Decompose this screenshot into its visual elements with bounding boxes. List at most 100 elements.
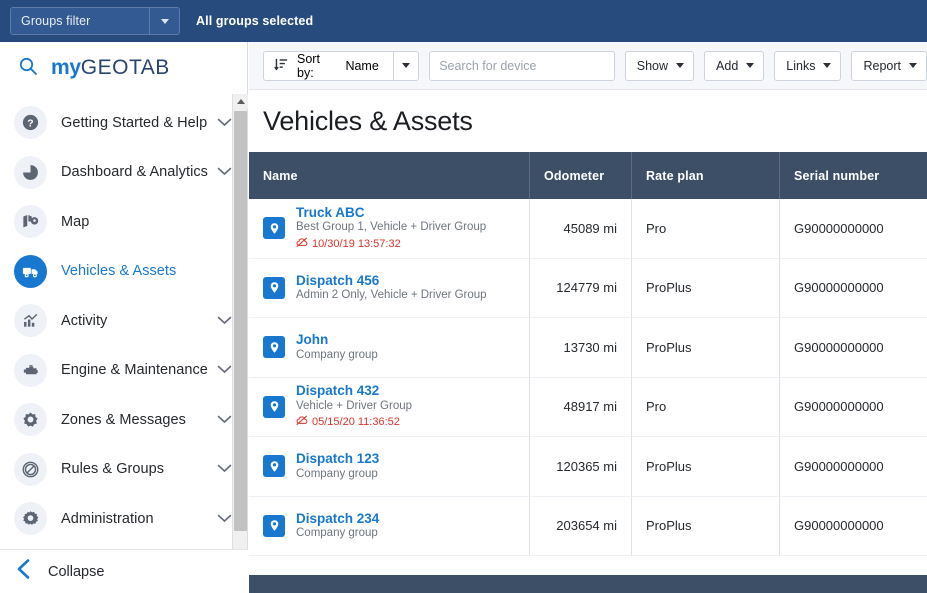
sidebar-item-getting-started[interactable]: ? Getting Started & Help xyxy=(0,98,248,148)
sidebar-item-administration[interactable]: Administration xyxy=(0,494,248,544)
truck-icon xyxy=(14,254,47,288)
map-pin-icon[interactable] xyxy=(263,217,285,240)
sort-by-label: Sort by: xyxy=(297,51,320,80)
device-name-link[interactable]: Dispatch 432 xyxy=(296,383,412,399)
question-circle-icon: ? xyxy=(14,106,47,140)
table-row[interactable]: John Company group 13730 mi ProPlus G9000000… xyxy=(249,318,927,378)
table-row[interactable]: Dispatch 234 Company group 203654 mi ProPlu… xyxy=(249,496,927,556)
sidebar-item-label: Zones & Messages xyxy=(61,411,186,428)
cell-rate-plan: ProPlus xyxy=(632,496,780,556)
chevron-down-icon xyxy=(401,63,410,68)
device-name-link[interactable]: Dispatch 234 xyxy=(296,511,379,527)
chevron-down-icon[interactable] xyxy=(217,411,232,429)
map-pin-icon[interactable] xyxy=(263,276,285,299)
show-dropdown-button[interactable]: Show xyxy=(624,50,695,81)
chevron-down-icon xyxy=(676,63,685,68)
column-header-odometer[interactable]: Odometer xyxy=(530,152,632,199)
bar-chart-icon xyxy=(14,304,47,338)
sort-icon xyxy=(274,57,289,75)
sidebar-item-label: Vehicles & Assets xyxy=(61,263,177,280)
scrollbar-thumb[interactable] xyxy=(234,111,247,531)
brand-logo[interactable]: myGEOTAB xyxy=(0,42,247,94)
chevron-down-icon xyxy=(160,18,169,24)
offline-timestamp: 05/15/20 11:36:52 xyxy=(312,416,400,429)
map-pin-icon[interactable] xyxy=(263,514,285,537)
links-label: Links xyxy=(786,58,816,73)
chevron-down-icon[interactable] xyxy=(217,114,232,132)
map-pin-icon[interactable] xyxy=(263,395,285,418)
cell-serial-number: G90000000000 xyxy=(780,437,927,497)
collapse-label: Collapse xyxy=(48,563,105,580)
chevron-down-icon[interactable] xyxy=(217,361,232,379)
sidebar-item-vehicles-assets[interactable]: Vehicles & Assets xyxy=(0,247,248,297)
all-groups-selected-text: All groups selected xyxy=(196,14,314,28)
sidebar-item-dashboard[interactable]: Dashboard & Analytics xyxy=(0,148,248,198)
chevron-down-icon[interactable] xyxy=(217,163,232,181)
column-header-name[interactable]: Name xyxy=(249,152,530,199)
show-label: Show xyxy=(636,58,669,73)
sidebar-item-engine-maintenance[interactable]: Engine & Maintenance xyxy=(0,346,248,396)
chevron-down-icon[interactable] xyxy=(217,460,232,478)
cloud-offline-icon xyxy=(296,415,308,430)
search-input[interactable] xyxy=(429,50,615,81)
sort-by-value: Name xyxy=(345,58,379,73)
map-pin-icon[interactable] xyxy=(263,455,285,478)
column-header-rate-plan[interactable]: Rate plan xyxy=(632,152,780,199)
sidebar-item-activity[interactable]: Activity xyxy=(0,296,248,346)
cloud-offline-icon xyxy=(296,237,308,252)
sort-by-button[interactable]: Sort by: Name xyxy=(263,50,393,81)
cell-name: John Company group xyxy=(249,318,530,378)
collapse-sidebar-button[interactable]: Collapse xyxy=(0,549,248,593)
cell-name: Dispatch 123 Company group xyxy=(249,437,530,497)
table-footer-bar xyxy=(249,575,927,593)
sidebar-nav-scroll-area: ? Getting Started & Help Dashboard & Ana… xyxy=(0,94,248,590)
name-text-block: Dispatch 234 Company group xyxy=(296,511,379,541)
device-name-link[interactable]: Dispatch 123 xyxy=(296,451,379,467)
sidebar-item-label: Map xyxy=(61,213,90,230)
chevron-down-icon xyxy=(909,63,917,68)
offline-status: 10/30/19 13:57:32 xyxy=(296,237,486,252)
chevron-down-icon[interactable] xyxy=(217,312,232,330)
cell-odometer: 13730 mi xyxy=(530,318,632,378)
brand-my: my xyxy=(51,56,81,79)
sidebar-item-label: Administration xyxy=(61,510,154,527)
device-group-label: Vehicle + Driver Group xyxy=(296,399,413,412)
column-header-serial[interactable]: Serial number xyxy=(780,152,927,199)
sidebar-item-map[interactable]: Map xyxy=(0,197,248,247)
groups-filter-dropdown[interactable]: Groups filter xyxy=(10,7,180,35)
report-dropdown-button[interactable]: Report xyxy=(851,50,927,81)
device-name-link[interactable]: Dispatch 456 xyxy=(296,273,487,289)
cell-odometer: 48917 mi xyxy=(530,377,632,437)
links-dropdown-button[interactable]: Links xyxy=(774,50,842,81)
map-pin-icon xyxy=(14,205,47,239)
engine-icon xyxy=(14,353,47,387)
page-title: Vehicles & Assets xyxy=(263,105,473,136)
table-row[interactable]: Truck ABC Best Group 1, Vehicle + Driver … xyxy=(249,199,927,259)
search-icon[interactable] xyxy=(18,56,38,81)
groups-filter-label: Groups filter xyxy=(21,14,91,28)
table-row[interactable]: Dispatch 456 Admin 2 Only, Vehicle + Driv… xyxy=(249,258,927,318)
report-label: Report xyxy=(863,58,901,73)
chevron-down-icon[interactable] xyxy=(217,510,232,528)
device-name-link[interactable]: John xyxy=(296,332,378,348)
table-row[interactable]: Dispatch 432 Vehicle + Driver Group 05/15/… xyxy=(249,377,927,437)
scroll-up-button[interactable] xyxy=(233,94,248,109)
brand-geotab: GEOTAB xyxy=(80,56,170,79)
cell-rate-plan: Pro xyxy=(632,377,780,437)
chevron-left-icon xyxy=(16,558,32,585)
table-row[interactable]: Dispatch 123 Company group 120365 mi ProPlu… xyxy=(249,437,927,497)
map-pin-icon[interactable] xyxy=(263,336,285,359)
sidebar-item-rules-groups[interactable]: Rules & Groups xyxy=(0,445,248,495)
sidebar-item-zones-messages[interactable]: Zones & Messages xyxy=(0,395,248,445)
device-name-link[interactable]: Truck ABC xyxy=(296,205,486,221)
sort-by-dropdown-button[interactable] xyxy=(392,50,420,81)
sidebar-scrollbar[interactable] xyxy=(232,94,248,590)
add-dropdown-button[interactable]: Add xyxy=(704,50,765,81)
chevron-down-icon xyxy=(823,63,832,68)
sidebar-item-label: Rules & Groups xyxy=(61,461,165,478)
name-text-block: Truck ABC Best Group 1, Vehicle + Driver … xyxy=(296,205,486,253)
cell-odometer: 45089 mi xyxy=(530,199,632,259)
sort-by-control[interactable]: Sort by: Name xyxy=(263,50,420,81)
groups-filter-caret-button[interactable] xyxy=(149,8,179,34)
gear-icon xyxy=(14,502,47,536)
